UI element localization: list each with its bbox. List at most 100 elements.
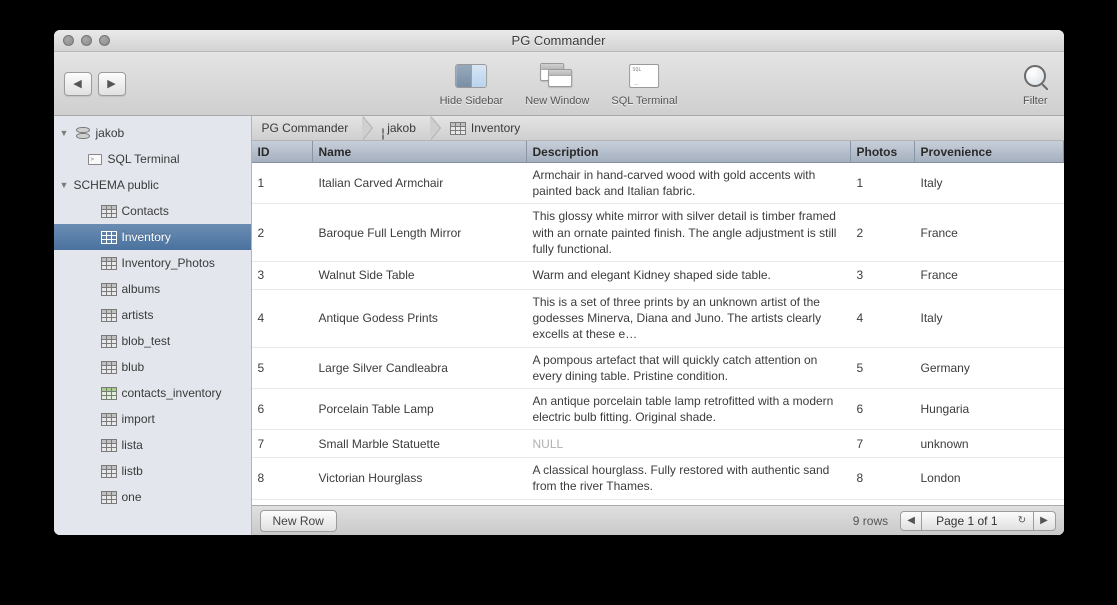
table-row[interactable]: 7Small Marble StatuetteNULL7unknown [252,430,1064,458]
sidebar-table-item[interactable]: Contacts [54,198,251,224]
hide-sidebar-label: Hide Sidebar [440,95,504,107]
sidebar-table-item[interactable]: listb [54,458,251,484]
cell-name[interactable]: Italian Carved Armchair [313,171,527,195]
cell-id[interactable]: 7 [252,432,313,456]
table-icon [101,257,117,270]
cell-provenience[interactable]: Hungaria [915,397,1064,421]
table-row[interactable]: 1Italian Carved ArmchairArmchair in hand… [252,163,1064,204]
cell-provenience[interactable]: France [915,221,1064,245]
cell-description[interactable]: This is a set of three prints by an unkn… [527,290,851,347]
nav-buttons: ◀ ▶ [64,72,126,96]
cell-id[interactable]: 1 [252,171,313,195]
cell-photos[interactable]: 8 [851,466,915,490]
sidebar-table-item[interactable]: blob_test [54,328,251,354]
sidebar: ▼ jakob SQL Terminal ▼ SCHEMA public Con… [54,116,252,535]
forward-button[interactable]: ▶ [98,72,126,96]
cell-name[interactable]: Porcelain Table Lamp [313,397,527,421]
grid-body[interactable]: 1Italian Carved ArmchairArmchair in hand… [252,163,1064,505]
pager-prev-button[interactable]: ◀ [900,511,922,531]
column-header-photos[interactable]: Photos [851,141,915,162]
cell-photos[interactable]: 5 [851,356,915,380]
cell-provenience[interactable]: Italy [915,306,1064,330]
cell-id[interactable]: 5 [252,356,313,380]
hide-sidebar-button[interactable]: Hide Sidebar [440,60,504,107]
table-row[interactable]: 4Antique Godess PrintsThis is a set of t… [252,290,1064,348]
cell-name[interactable]: Small Marble Statuette [313,432,527,456]
table-icon [101,231,117,244]
cell-description[interactable]: Armchair in hand-carved wood with gold a… [527,163,851,203]
close-button[interactable] [63,35,74,46]
cell-description[interactable]: An antique porcelain table lamp retrofit… [527,389,851,429]
cell-description[interactable]: NULL [527,432,851,456]
pager-next-button[interactable]: ▶ [1034,511,1056,531]
disclosure-triangle-icon[interactable]: ▼ [60,180,72,190]
table-row[interactable]: 3Walnut Side TableWarm and elegant Kidne… [252,262,1064,290]
sidebar-table-item[interactable]: lista [54,432,251,458]
cell-description[interactable]: Warm and elegant Kidney shaped side tabl… [527,263,851,287]
cell-name[interactable]: Baroque Full Length Mirror [313,221,527,245]
cell-photos[interactable]: 2 [851,221,915,245]
cell-id[interactable]: 6 [252,397,313,421]
sidebar-table-item[interactable]: Inventory [54,224,251,250]
cell-photos[interactable]: 6 [851,397,915,421]
breadcrumb: PG Commander jakob Inventory [252,116,1064,141]
disclosure-triangle-icon[interactable]: ▼ [60,128,72,138]
cell-id[interactable]: 3 [252,263,313,287]
table-icon [101,335,117,348]
crumb-root[interactable]: PG Commander [252,116,363,140]
sidebar-table-item[interactable]: blub [54,354,251,380]
pager-reload-button[interactable]: ↻ [1012,511,1034,531]
column-header-name[interactable]: Name [313,141,527,162]
column-header-description[interactable]: Description [527,141,851,162]
cell-provenience[interactable]: Germany [915,356,1064,380]
column-header-provenience[interactable]: Provenience [915,141,1064,162]
zoom-button[interactable] [99,35,110,46]
cell-description[interactable]: A pompous artefact that will quickly cat… [527,348,851,388]
new-window-button[interactable]: New Window [525,60,589,107]
cell-name[interactable]: Walnut Side Table [313,263,527,287]
back-button[interactable]: ◀ [64,72,92,96]
toolbar: ◀ ▶ Hide Sidebar New Window SQL Terminal… [54,52,1064,116]
sql-terminal-icon [629,64,659,88]
cell-name[interactable]: Antique Godess Prints [313,306,527,330]
cell-id[interactable]: 4 [252,306,313,330]
cell-photos[interactable]: 7 [851,432,915,456]
filter-label: Filter [1023,95,1047,107]
cell-provenience[interactable]: Italy [915,171,1064,195]
cell-provenience[interactable]: unknown [915,432,1064,456]
cell-description[interactable]: This glossy white mirror with silver det… [527,204,851,261]
cell-provenience[interactable]: France [915,263,1064,287]
table-row[interactable]: 2Baroque Full Length MirrorThis glossy w… [252,204,1064,262]
sql-terminal-button[interactable]: SQL Terminal [611,60,677,107]
cell-id[interactable]: 8 [252,466,313,490]
sidebar-table-item[interactable]: Inventory_Photos [54,250,251,276]
new-row-button[interactable]: New Row [260,510,337,532]
row-count-label: 9 rows [853,514,888,528]
table-row[interactable]: 8Victorian HourglassA classical hourglas… [252,458,1064,499]
table-row[interactable]: 6Porcelain Table LampAn antique porcelai… [252,389,1064,430]
sidebar-table-item[interactable]: albums [54,276,251,302]
table-row[interactable]: 5Large Silver CandleabraA pompous artefa… [252,348,1064,389]
minimize-button[interactable] [81,35,92,46]
sidebar-schema-node[interactable]: ▼ SCHEMA public [54,172,251,198]
cell-name[interactable]: Large Silver Candleabra [313,356,527,380]
filter-button[interactable]: Filter [1023,60,1047,107]
new-window-label: New Window [525,95,589,107]
cell-photos[interactable]: 3 [851,263,915,287]
sidebar-table-label: Inventory [122,230,171,244]
cell-name[interactable]: Victorian Hourglass [313,466,527,490]
sidebar-table-item[interactable]: import [54,406,251,432]
cell-photos[interactable]: 1 [851,171,915,195]
cell-id[interactable]: 2 [252,221,313,245]
cell-description[interactable]: A classical hourglass. Fully restored wi… [527,458,851,498]
cell-provenience[interactable]: London [915,466,1064,490]
sidebar-table-label: Contacts [122,204,169,218]
column-header-id[interactable]: ID [252,141,313,162]
sidebar-table-item[interactable]: one [54,484,251,510]
sidebar-table-item[interactable]: artists [54,302,251,328]
sidebar-table-item[interactable]: contacts_inventory [54,380,251,406]
cell-photos[interactable]: 4 [851,306,915,330]
sidebar-sql-terminal[interactable]: SQL Terminal [54,146,251,172]
crumb-table[interactable]: Inventory [430,116,534,140]
sidebar-db-node[interactable]: ▼ jakob [54,120,251,146]
